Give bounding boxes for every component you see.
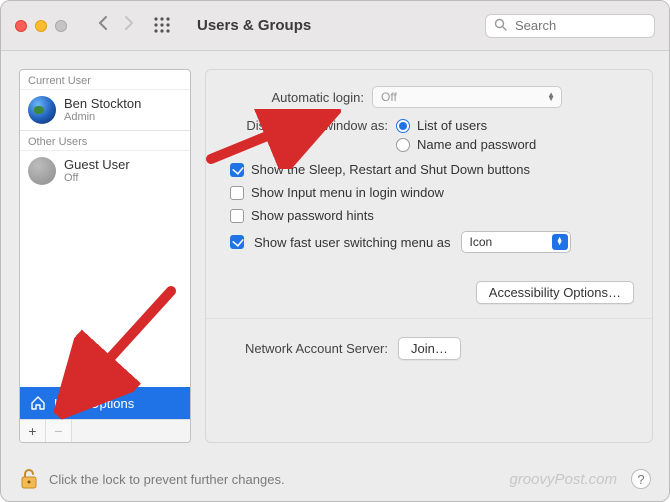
checkbox-icon (230, 186, 244, 200)
current-user-name: Ben Stockton (64, 97, 141, 111)
checkbox-icon (230, 235, 244, 249)
join-button[interactable]: Join… (398, 337, 461, 360)
lock-hint-text: Click the lock to prevent further change… (49, 472, 285, 487)
radio-icon (396, 119, 410, 133)
check-fast-user-switching[interactable]: Show fast user switching menu as Icon ▲▼ (230, 231, 634, 253)
help-button[interactable]: ? (631, 469, 651, 489)
watermark-text: groovyPost.com (509, 471, 617, 488)
current-user-section-label: Current User (20, 70, 190, 90)
login-options-label: Login Options (54, 396, 134, 411)
fast-switching-mode-popup[interactable]: Icon ▲▼ (461, 231, 571, 253)
current-user-role: Admin (64, 111, 141, 123)
add-user-button[interactable]: + (20, 420, 46, 442)
network-account-server-label: Network Account Server: (224, 341, 388, 356)
display-login-label: Display login window as: (224, 118, 388, 133)
search-icon (494, 18, 507, 34)
checkbox-icon (230, 209, 244, 223)
chevron-up-down-icon: ▲▼ (552, 234, 568, 250)
lock-icon[interactable] (19, 467, 39, 491)
users-sidebar: Current User Ben Stockton Admin Other Us… (19, 69, 191, 443)
forward-button (123, 15, 135, 36)
radio-icon (396, 138, 410, 152)
close-window-button[interactable] (15, 20, 27, 32)
sidebar-guest-user[interactable]: Guest User Off (20, 151, 190, 191)
radio-list-of-users[interactable]: List of users (396, 118, 536, 133)
check-show-sleep-restart[interactable]: Show the Sleep, Restart and Shut Down bu… (230, 162, 634, 177)
search-field[interactable] (485, 14, 655, 38)
search-input[interactable] (513, 17, 646, 34)
guest-user-name: Guest User (64, 158, 130, 172)
login-options-item[interactable]: Login Options (20, 387, 190, 419)
chevron-up-down-icon: ▲▼ (547, 93, 555, 101)
accessibility-options-button[interactable]: Accessibility Options… (476, 281, 634, 304)
automatic-login-value: Off (381, 90, 397, 104)
avatar-icon (28, 157, 56, 185)
settings-panel: Automatic login: Off ▲▼ Display login wi… (205, 69, 653, 443)
house-icon (30, 395, 46, 411)
sidebar-current-user[interactable]: Ben Stockton Admin (20, 90, 190, 130)
check-show-input-menu[interactable]: Show Input menu in login window (230, 185, 634, 200)
radio-name-and-password[interactable]: Name and password (396, 137, 536, 152)
guest-user-status: Off (64, 172, 130, 184)
other-users-section-label: Other Users (20, 131, 190, 151)
check-show-password-hints[interactable]: Show password hints (230, 208, 634, 223)
zoom-window-button (55, 20, 67, 32)
remove-user-button: − (46, 420, 72, 442)
avatar-icon (28, 96, 56, 124)
window-title: Users & Groups (197, 17, 311, 34)
minimize-window-button[interactable] (35, 20, 47, 32)
show-all-prefs-button[interactable] (153, 16, 173, 36)
back-button[interactable] (97, 15, 109, 36)
automatic-login-popup[interactable]: Off ▲▼ (372, 86, 562, 108)
checkbox-icon (230, 163, 244, 177)
automatic-login-label: Automatic login: (224, 90, 364, 105)
